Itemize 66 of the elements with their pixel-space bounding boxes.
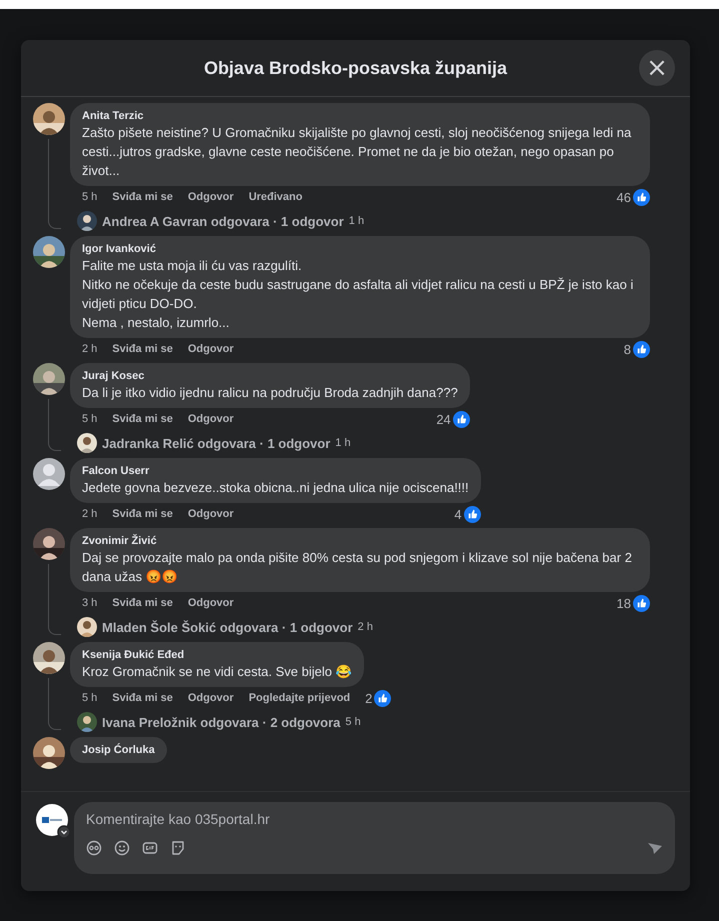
comment-action[interactable]: Sviđa mi se (112, 597, 173, 609)
reply-time: 2 h (358, 621, 373, 633)
comment-time[interactable]: 3 h (82, 597, 98, 609)
dialog-title: Objava Brodsko-posavska županija (204, 58, 508, 78)
comment-author[interactable]: Juraj Kosec (82, 370, 458, 382)
comment-action[interactable]: Sviđa mi se (112, 343, 173, 355)
comment-action[interactable]: Sviđa mi se (112, 692, 173, 704)
sticker-icon[interactable] (170, 840, 186, 856)
thumbs-up-icon (374, 690, 392, 706)
comment-time[interactable]: 5 h (82, 413, 98, 425)
thumbs-up-icon (633, 340, 650, 358)
avatar-sticker-icon[interactable] (86, 840, 102, 856)
close-button[interactable]: × (639, 50, 675, 86)
reply-time: 1 h (335, 437, 351, 449)
like-count[interactable]: 24 (436, 412, 451, 426)
comment-text: Da li je itko vidio ijednu ralicu na području Broda zadnjih dana??? (82, 384, 458, 402)
comment-time[interactable]: 2 h (82, 343, 98, 355)
comment-action[interactable]: Sviđa mi se (112, 508, 173, 520)
comment-action[interactable]: Odgovor (188, 597, 234, 609)
comment-action[interactable]: Sviđa mi se (112, 191, 173, 203)
comment-author[interactable]: Igor Ivanković (82, 243, 638, 255)
thumbs-up-icon (464, 506, 481, 522)
comment-input[interactable]: Komentirajte kao 035portal.hr (86, 802, 663, 836)
avatar-icon[interactable] (33, 458, 65, 490)
comment-action[interactable]: Pogledajte prijevod (248, 692, 350, 704)
thumbs-up-icon (633, 594, 650, 612)
comment-author[interactable]: Josip Ćorluka (82, 744, 155, 756)
comment-author[interactable]: Zvonimir Živić (82, 535, 638, 547)
reply-time: 5 h (345, 716, 361, 728)
thread-line (48, 678, 61, 730)
comment-field[interactable]: Komentirajte kao 035portal.hr (74, 802, 675, 874)
comment-action[interactable]: Odgovor (188, 508, 234, 520)
like-count[interactable]: 46 (616, 190, 631, 204)
comment-author[interactable]: Anita Terzic (82, 110, 638, 122)
comment-action[interactable]: Odgovor (188, 191, 234, 203)
like-count[interactable]: 8 (624, 342, 631, 356)
like-count[interactable]: 2 (365, 690, 372, 706)
comment-time[interactable]: 5 h (82, 692, 98, 704)
replies-link[interactable]: Jadranka Relić odgovara · 1 odgovor (102, 436, 330, 450)
comment-text: Zašto pišete neistine? U Gromačniku skijalište po glavnoj cesti, sloj neočišćenog snijega ledi na cesti...jutros gradske, glavne ceste neočišćene. Promet ne da je bio otežan, nego opasan po život... (82, 124, 632, 180)
send-icon[interactable] (647, 840, 663, 856)
gif-icon[interactable] (142, 840, 158, 856)
comment-author[interactable]: Falcon Userr (82, 465, 469, 477)
comment-text: Daj se provozajte malo pa onda pišite 80% cesta su pod snjegom i klizave sol nije bačena bar 2 dana užas 😡😡 (82, 549, 633, 586)
comment-action[interactable]: Uređivano (248, 191, 302, 203)
reply-time: 1 h (348, 215, 364, 227)
replies-link[interactable]: Ivana Preložnik odgovara · 2 odgovora (102, 714, 340, 730)
thread-line (48, 399, 61, 451)
comment-action[interactable]: Odgovor (188, 413, 234, 425)
comment-action[interactable]: Sviđa mi se (112, 413, 173, 425)
comment-text: Falite me usta moja ili ću vas razgulíti. Nitko ne očekuje da ceste budu sastrugane do asfalta ali vidjet ralicu na cesti u BPŽ je isto kao i vidjeti pticu DO-DO. Nema , nestalo, izumrlo... (82, 257, 634, 332)
thread-line (48, 564, 61, 635)
replies-link[interactable]: Mladen Šole Šokić odgovara · 1 odgovor (102, 620, 353, 634)
comment-author[interactable]: Ksenija Đukić Eđed (82, 649, 352, 661)
comment-action[interactable]: Odgovor (188, 692, 234, 704)
thumbs-up-icon (452, 410, 470, 428)
comment-text: Kroz Gromačnik se ne vidi cesta. Sve bijelo 😂 (82, 663, 352, 681)
comment-time[interactable]: 2 h (82, 508, 98, 520)
replies-link[interactable]: Andrea A Gavran odgovara · 1 odgovor (102, 214, 344, 228)
like-count[interactable]: 18 (616, 596, 631, 610)
comment-action[interactable]: Odgovor (188, 343, 234, 355)
thumbs-up-icon (633, 188, 650, 206)
emoji-icon[interactable] (114, 840, 130, 856)
like-count[interactable]: 4 (454, 506, 462, 522)
comment-time[interactable]: 5 h (82, 191, 98, 203)
comment-text: Jedete govna bezveze..stoka obicna..ni jedna ulica nije ociscena!!!! (82, 479, 469, 497)
